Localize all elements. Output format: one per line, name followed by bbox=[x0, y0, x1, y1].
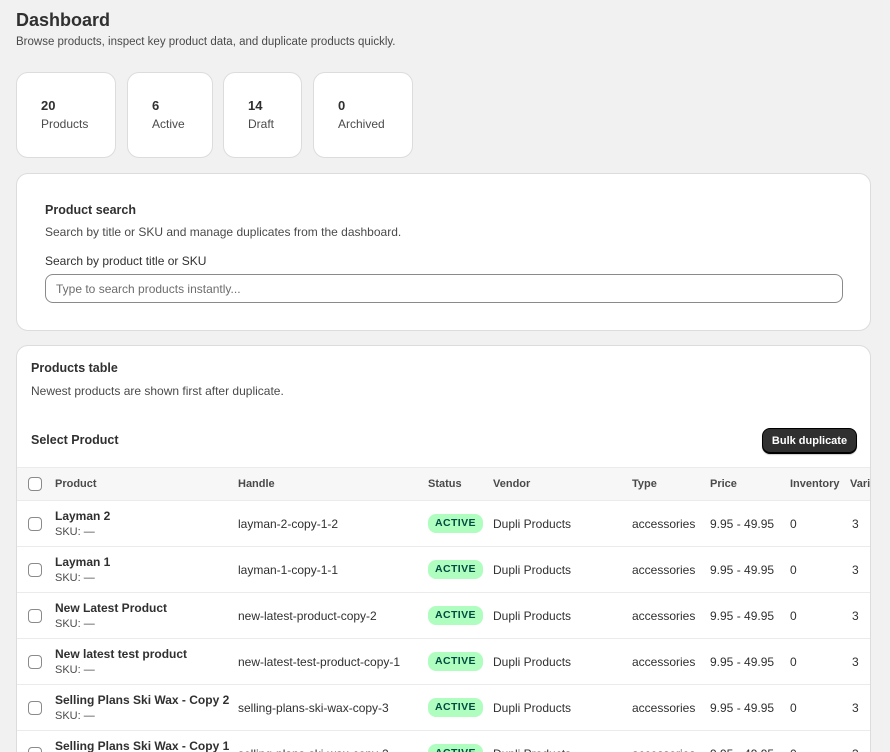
table-title: Products table bbox=[31, 361, 118, 375]
product-variants: 3 bbox=[852, 517, 859, 531]
table-row[interactable]: New Latest Product SKU: — ACTIVE new-latest… bbox=[17, 593, 870, 639]
product-handle: new-latest-product-copy-2 bbox=[238, 609, 377, 623]
stat-value: 14 bbox=[248, 98, 263, 113]
stat-card-products: 20 Products bbox=[16, 72, 116, 158]
column-header-handle[interactable]: Handle bbox=[238, 478, 275, 490]
product-type: accessories bbox=[632, 563, 696, 577]
row-checkbox[interactable] bbox=[28, 747, 42, 752]
product-price: 9.95 - 49.95 bbox=[710, 609, 775, 623]
column-header-vendor[interactable]: Vendor bbox=[493, 478, 530, 490]
stat-label: Active bbox=[152, 117, 185, 131]
search-input[interactable] bbox=[45, 274, 843, 303]
product-title: New latest test product bbox=[55, 647, 188, 661]
product-vendor: Dupli Products bbox=[493, 701, 572, 715]
select-product-label: Select Product bbox=[31, 433, 119, 447]
product-handle: layman-2-copy-1-2 bbox=[238, 517, 339, 531]
product-handle: layman-1-copy-1-1 bbox=[238, 563, 339, 577]
product-type: accessories bbox=[632, 655, 696, 669]
product-sku: SKU: — bbox=[55, 710, 95, 722]
product-price: 9.95 - 49.95 bbox=[710, 747, 774, 752]
products-table-card: Products table Newest products are shown… bbox=[16, 345, 871, 752]
column-header-type[interactable]: Type bbox=[632, 478, 657, 490]
stat-value: 6 bbox=[152, 98, 160, 113]
stat-card-draft: 14 Draft bbox=[223, 72, 302, 158]
table-row[interactable]: Layman 2 SKU: — ACTIVE layman-2-copy-1-2 Dup… bbox=[17, 501, 870, 547]
table-row[interactable]: Layman 1 SKU: — ACTIVE layman-1-copy-1-1 Dup… bbox=[17, 547, 870, 593]
column-header-inventory[interactable]: Inventory bbox=[790, 478, 840, 490]
column-header-price[interactable]: Price bbox=[710, 478, 737, 490]
stat-value: 0 bbox=[338, 98, 346, 113]
page-title: Dashboard bbox=[16, 10, 111, 30]
status-badge: ACTIVE bbox=[428, 652, 483, 671]
product-vendor: Dupli Products bbox=[493, 517, 572, 531]
product-price: 9.95 - 49.95 bbox=[710, 563, 775, 577]
product-vendor: Dupli Products bbox=[493, 747, 571, 752]
row-checkbox[interactable] bbox=[28, 701, 42, 715]
product-inventory: 0 bbox=[790, 517, 797, 531]
product-inventory: 0 bbox=[790, 747, 797, 752]
product-type: accessories bbox=[632, 747, 695, 752]
product-inventory: 0 bbox=[790, 609, 797, 623]
product-variants: 3 bbox=[852, 609, 859, 623]
product-type: accessories bbox=[632, 609, 696, 623]
column-header-status[interactable]: Status bbox=[428, 478, 462, 490]
product-sku: SKU: — bbox=[55, 618, 95, 630]
search-label: Search by product title or SKU bbox=[45, 254, 207, 268]
row-checkbox[interactable] bbox=[28, 655, 42, 669]
row-checkbox[interactable] bbox=[28, 563, 42, 577]
product-handle: selling-plans-ski-wax-copy-3 bbox=[238, 701, 389, 715]
product-vendor: Dupli Products bbox=[493, 563, 572, 577]
table-row[interactable]: Selling Plans Ski Wax - Copy 2 SKU: — ACTI… bbox=[17, 685, 870, 731]
product-variants: 3 bbox=[852, 701, 859, 715]
column-header-product[interactable]: Product bbox=[55, 478, 97, 490]
product-handle: selling-plans-ski-wax-copy-2 bbox=[238, 747, 389, 752]
product-handle: new-latest-test-product-copy-1 bbox=[238, 655, 401, 669]
product-sku: SKU: — bbox=[55, 664, 95, 676]
table-row[interactable]: Selling Plans Ski Wax - Copy 1SKU: —ACTI… bbox=[17, 731, 870, 752]
status-badge: ACTIVE bbox=[428, 744, 483, 752]
status-badge: ACTIVE bbox=[428, 560, 483, 579]
product-vendor: Dupli Products bbox=[493, 609, 572, 623]
search-description: Search by title or SKU and manage duplic… bbox=[45, 225, 402, 239]
product-variants: 3 bbox=[852, 655, 859, 669]
product-sku: SKU: — bbox=[55, 572, 95, 584]
product-title: Layman 1 bbox=[55, 555, 111, 569]
product-price: 9.95 - 49.95 bbox=[710, 701, 775, 715]
stat-label: Products bbox=[41, 117, 89, 131]
page-subtitle: Browse products, inspect key product dat… bbox=[16, 36, 396, 48]
stat-label: Draft bbox=[248, 117, 275, 131]
product-sku: SKU: — bbox=[55, 526, 95, 538]
product-title: Layman 2 bbox=[55, 509, 111, 523]
product-title: Selling Plans Ski Wax - Copy 1 bbox=[55, 739, 230, 752]
product-inventory: 0 bbox=[790, 655, 797, 669]
row-checkbox[interactable] bbox=[28, 517, 42, 531]
status-badge: ACTIVE bbox=[428, 514, 483, 533]
column-header-variants[interactable]: Variants bbox=[850, 478, 870, 490]
product-inventory: 0 bbox=[790, 701, 797, 715]
status-badge: ACTIVE bbox=[428, 698, 483, 717]
table-description: Newest products are shown first after du… bbox=[31, 384, 284, 398]
table-header: Product Handle Status Vendor Type Price … bbox=[17, 467, 870, 501]
stat-card-archived: 0 Archived bbox=[313, 72, 413, 158]
search-title: Product search bbox=[45, 203, 137, 217]
product-variants: 3 bbox=[852, 563, 859, 577]
stat-label: Archived bbox=[338, 117, 385, 131]
product-variants: 3 bbox=[852, 747, 859, 752]
product-price: 9.95 - 49.95 bbox=[710, 517, 775, 531]
status-badge: ACTIVE bbox=[428, 606, 483, 625]
bulk-duplicate-button[interactable]: Bulk duplicate bbox=[762, 428, 857, 454]
product-price: 9.95 - 49.95 bbox=[710, 655, 775, 669]
product-title: New Latest Product bbox=[55, 601, 168, 615]
product-type: accessories bbox=[632, 701, 696, 715]
product-type: accessories bbox=[632, 517, 696, 531]
product-vendor: Dupli Products bbox=[493, 655, 572, 669]
select-all-checkbox[interactable] bbox=[28, 477, 42, 491]
stat-card-active: 6 Active bbox=[127, 72, 213, 158]
table-row[interactable]: New latest test product SKU: — ACTIVE new-l… bbox=[17, 639, 870, 685]
stat-value: 20 bbox=[41, 98, 56, 113]
product-inventory: 0 bbox=[790, 563, 797, 577]
search-card: Product search Search by title or SKU an… bbox=[16, 173, 871, 331]
product-title: Selling Plans Ski Wax - Copy 2 bbox=[55, 693, 230, 707]
row-checkbox[interactable] bbox=[28, 609, 42, 623]
